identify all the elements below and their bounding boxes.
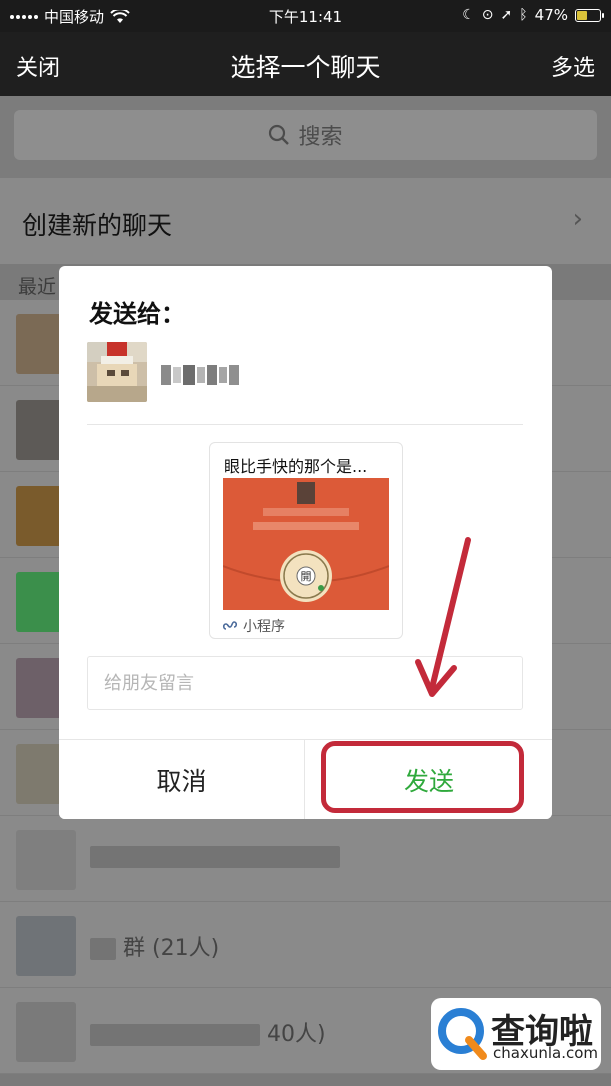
cancel-button[interactable]: 取消 (59, 740, 305, 819)
annotation-highlight-box (321, 741, 524, 813)
chat-name: 40人) (90, 1016, 326, 1048)
watermark: 查询啦 chaxunla.com (431, 998, 601, 1070)
search-area: 搜索 (0, 96, 611, 178)
recent-section-label: 最近 (18, 276, 57, 298)
recipient-avatar-image (87, 342, 147, 402)
chat-name-text: 群 (123, 936, 146, 961)
mini-program-card: 眼比手快的那个是... 開 小程序 (209, 442, 403, 639)
battery-icon (575, 8, 604, 22)
send-to-label: 发送给： (89, 300, 185, 328)
seal-char: 開 (301, 570, 312, 583)
battery-percent: 47% (534, 6, 568, 24)
status-bar: 中国移动 下午11:41 ☾ ⊙ ➚ ᛒ 47% (0, 0, 611, 32)
watermark-domain: chaxunla.com (493, 1044, 598, 1062)
search-input[interactable]: 搜索 (14, 110, 597, 160)
search-label: 搜索 (298, 125, 343, 150)
avatar (16, 830, 76, 890)
mini-program-cover: 開 (222, 478, 390, 610)
mini-program-icon (222, 621, 238, 630)
mini-program-cover-art: 開 (222, 482, 390, 602)
bluetooth-icon: ᛒ (519, 7, 528, 23)
member-count: (21人) (152, 936, 220, 961)
member-count: 40人) (267, 1022, 326, 1047)
page-title: 选择一个聊天 (230, 53, 381, 82)
mini-program-footer: 小程序 (222, 616, 285, 636)
recipient-avatar (87, 342, 147, 402)
blurred-name (90, 846, 340, 868)
mini-program-title: 眼比手快的那个是... (224, 457, 368, 476)
search-icon (269, 124, 290, 145)
location-icon: ➚ (500, 7, 513, 23)
annotation-arrow-icon (415, 537, 471, 697)
recipient-name-blurred (161, 365, 239, 385)
create-new-chat-row[interactable]: 创建新的聊天 › (0, 178, 611, 264)
multi-select-button[interactable]: 多选 (551, 50, 595, 82)
create-new-chat-label: 创建新的聊天 (22, 211, 173, 240)
blurred-name (90, 938, 116, 960)
divider (87, 424, 523, 425)
rotation-lock-icon: ⊙ (481, 7, 494, 23)
chat-name (90, 844, 340, 869)
chat-row[interactable] (0, 816, 611, 902)
moon-icon: ☾ (462, 7, 475, 23)
blurred-name (90, 1024, 260, 1046)
chat-row[interactable]: 群 (21人) (0, 902, 611, 988)
battery-fill (577, 10, 588, 20)
chat-name: 群 (21人) (90, 930, 219, 962)
watermark-logo-icon (438, 1008, 487, 1060)
chevron-right-icon: › (572, 204, 583, 234)
mini-program-label: 小程序 (243, 619, 285, 635)
avatar (16, 916, 76, 976)
status-right: ☾ ⊙ ➚ ᛒ 47% (462, 6, 604, 24)
nav-bar: 关闭 选择一个聊天 多选 (0, 32, 611, 96)
avatar (16, 1002, 76, 1062)
